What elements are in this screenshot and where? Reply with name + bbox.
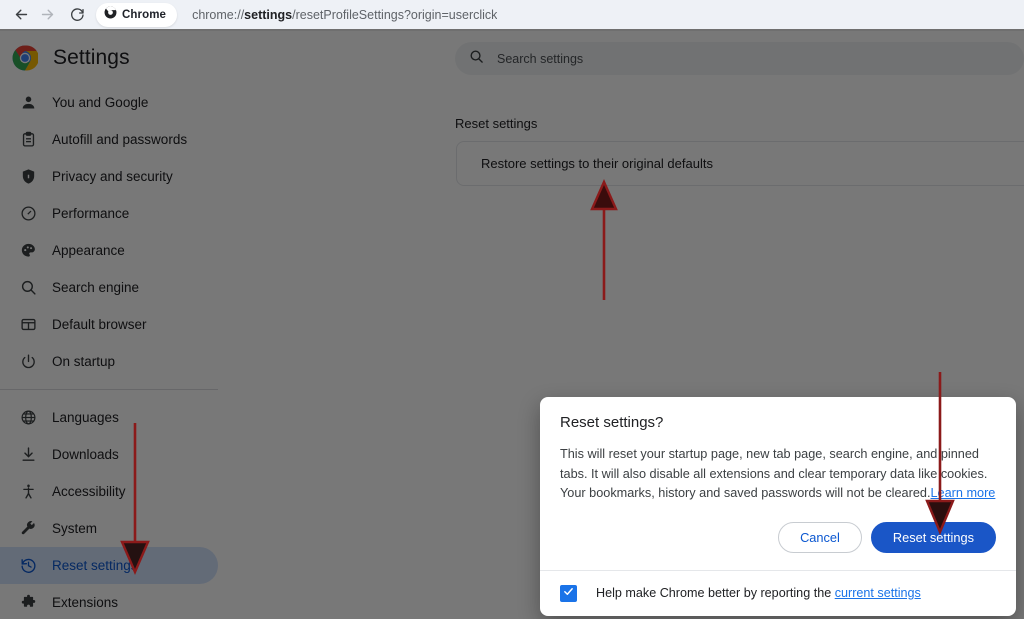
dialog-body-line-2: tabs. It will also disable all extension…: [560, 466, 988, 481]
reset-settings-button[interactable]: Reset settings: [870, 521, 996, 553]
url-path: /resetProfileSettings?origin=userclick: [292, 7, 498, 22]
forward-arrow-icon: [39, 6, 56, 23]
browser-toolbar: Chrome chrome://settings/resetProfileSet…: [0, 0, 1024, 29]
learn-more-link[interactable]: Learn more: [930, 486, 995, 500]
current-settings-link[interactable]: current settings: [835, 586, 921, 600]
url-prefix: chrome://: [192, 7, 245, 22]
dialog-title: Reset settings?: [560, 414, 664, 431]
checkmark-icon: [563, 584, 574, 602]
dialog-footer: Help make Chrome better by reporting the…: [540, 569, 1016, 616]
back-arrow-icon: [13, 6, 30, 23]
forward-button[interactable]: [34, 2, 60, 28]
reload-button[interactable]: [64, 2, 90, 28]
report-settings-checkbox[interactable]: [560, 584, 577, 602]
reload-icon: [69, 7, 85, 23]
dialog-body-line-1: This will reset your startup page, new t…: [560, 447, 979, 461]
chrome-icon: [104, 6, 117, 24]
address-bar[interactable]: chrome://settings/resetProfileSettings?o…: [192, 8, 497, 22]
url-host: settings: [244, 7, 293, 22]
reset-settings-dialog: Reset settings? This will reset your sta…: [540, 397, 1016, 616]
dialog-body: This will reset your startup page, new t…: [560, 445, 996, 504]
dialog-body-line-3: Your bookmarks, history and saved passwo…: [560, 486, 931, 500]
cancel-button[interactable]: Cancel: [778, 521, 862, 553]
active-tab-chip[interactable]: Chrome: [96, 2, 178, 27]
back-button[interactable]: [8, 2, 34, 28]
report-settings-text: Help make Chrome better by reporting the: [596, 586, 835, 600]
dialog-actions: Cancel Reset settings: [560, 521, 996, 553]
report-settings-label: Help make Chrome better by reporting the…: [596, 586, 921, 600]
tab-chip-label: Chrome: [122, 8, 167, 21]
